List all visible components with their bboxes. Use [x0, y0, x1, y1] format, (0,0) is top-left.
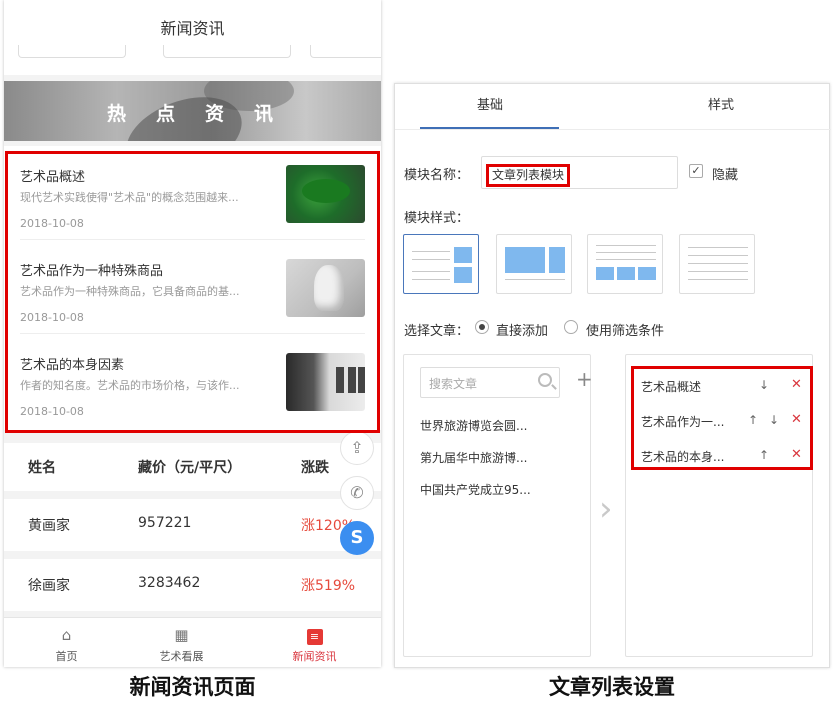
style-option-grid[interactable] [587, 234, 663, 294]
module-name-input[interactable]: 文章列表模块 [481, 156, 678, 189]
chevron-right-icon[interactable]: › [599, 489, 613, 529]
table-header: 姓名 藏价（元/平尺） 涨跌 [4, 443, 381, 491]
article-source-pane: 搜索文章 + 世界旅游博览会圆... 第九届华中旅游博... 中国共产党成立95… [403, 354, 593, 657]
module-style-label: 模块样式： [404, 211, 470, 226]
article-item[interactable]: 中国共产党成立95... [420, 481, 531, 498]
radio-filter-label: 使用筛选条件 [586, 324, 665, 339]
column-header: 涨跌 [301, 460, 329, 476]
radio-direct-add-label: 直接添加 [496, 324, 549, 339]
nav-card[interactable] [310, 45, 381, 58]
article-search-input[interactable]: 搜索文章 [420, 367, 560, 398]
table-cell: 3283462 [138, 575, 201, 591]
tab-style[interactable]: 样式 [708, 94, 734, 113]
article-item[interactable]: 世界旅游博览会圆... [420, 417, 527, 434]
tab-label: 艺术看展 [159, 650, 204, 663]
table-cell: 徐画家 [28, 578, 70, 594]
highlight-frame [5, 151, 380, 433]
tab-news[interactable]: ≡ 新闻资讯 [252, 618, 377, 667]
move-up-icon[interactable]: ↑ [759, 448, 769, 462]
style-option-large-image[interactable] [496, 234, 572, 294]
remove-icon[interactable]: ✕ [791, 412, 802, 427]
radio-filter[interactable] [564, 320, 578, 334]
module-name-label: 模块名称： [404, 168, 470, 183]
tab-home[interactable]: ⌂ 首页 [4, 618, 129, 667]
table-cell: 957221 [138, 515, 192, 531]
banner-title: 热点资讯 [106, 103, 303, 125]
service-logo-icon[interactable]: S [340, 521, 374, 555]
share-icon[interactable]: ⇪ [340, 431, 374, 465]
hide-label: 隐藏 [712, 168, 739, 183]
radio-direct-add[interactable] [475, 320, 489, 334]
column-header: 藏价（元/平尺） [138, 460, 242, 476]
add-icon[interactable]: + [576, 367, 593, 391]
remove-icon[interactable]: ✕ [791, 377, 802, 392]
selected-article: 艺术品的本身... [641, 450, 725, 464]
style-option-text-only[interactable] [679, 234, 755, 294]
move-up-icon[interactable]: ↑ [748, 413, 758, 427]
select-article-label: 选择文章： [404, 324, 470, 339]
selected-article: 艺术品作为一... [641, 415, 725, 429]
nav-card[interactable] [18, 45, 126, 58]
hot-news-banner: 热点资讯 [4, 81, 381, 141]
caption-right: 文章列表设置 [549, 675, 675, 699]
grid-icon: ▦ [174, 626, 189, 644]
tab-label: 首页 [55, 650, 78, 663]
search-placeholder: 搜索文章 [429, 377, 478, 391]
page-title: 新闻资讯 [160, 19, 225, 38]
style-option-list-right-image[interactable] [403, 234, 479, 294]
move-down-icon[interactable]: ↓ [769, 413, 779, 427]
article-list-settings: 基础 样式 模块名称： 文章列表模块 ✓ 隐藏 模块样式： 选择文章： 直接添加 [394, 83, 831, 668]
nav-card[interactable] [163, 45, 291, 58]
selected-article: 艺术品概述 [641, 380, 702, 394]
remove-icon[interactable]: ✕ [791, 447, 802, 462]
phone-icon[interactable]: ✆ [340, 476, 374, 510]
price-table: 姓名 藏价（元/平尺） 涨跌 黄画家 957221 涨120% 徐画家 3283… [4, 443, 381, 613]
home-icon: ⌂ [61, 626, 72, 644]
caption-left: 新闻资讯页面 [129, 675, 256, 699]
tab-art-exhibition[interactable]: ▦ 艺术看展 [119, 618, 244, 667]
table-cell: 涨519% [301, 578, 356, 594]
tab-bar: ⌂ 首页 ▦ 艺术看展 ≡ 新闻资讯 [4, 617, 381, 667]
divider [395, 129, 831, 130]
article-item[interactable]: 第九届华中旅游博... [420, 449, 527, 466]
move-down-icon[interactable]: ↓ [759, 378, 769, 392]
column-header: 姓名 [28, 460, 56, 476]
tab-label: 新闻资讯 [292, 650, 337, 663]
phone-header: 新闻资讯 [4, 0, 381, 75]
module-name-value: 文章列表模块 [486, 164, 571, 187]
tab-basic[interactable]: 基础 [477, 94, 503, 113]
table-row: 黄画家 957221 涨120% [4, 499, 381, 551]
table-cell: 黄画家 [28, 518, 70, 534]
news-icon: ≡ [252, 626, 377, 645]
search-icon[interactable] [538, 373, 552, 387]
table-row: 徐画家 3283462 涨519% [4, 559, 381, 611]
hide-checkbox[interactable]: ✓ [689, 164, 703, 178]
